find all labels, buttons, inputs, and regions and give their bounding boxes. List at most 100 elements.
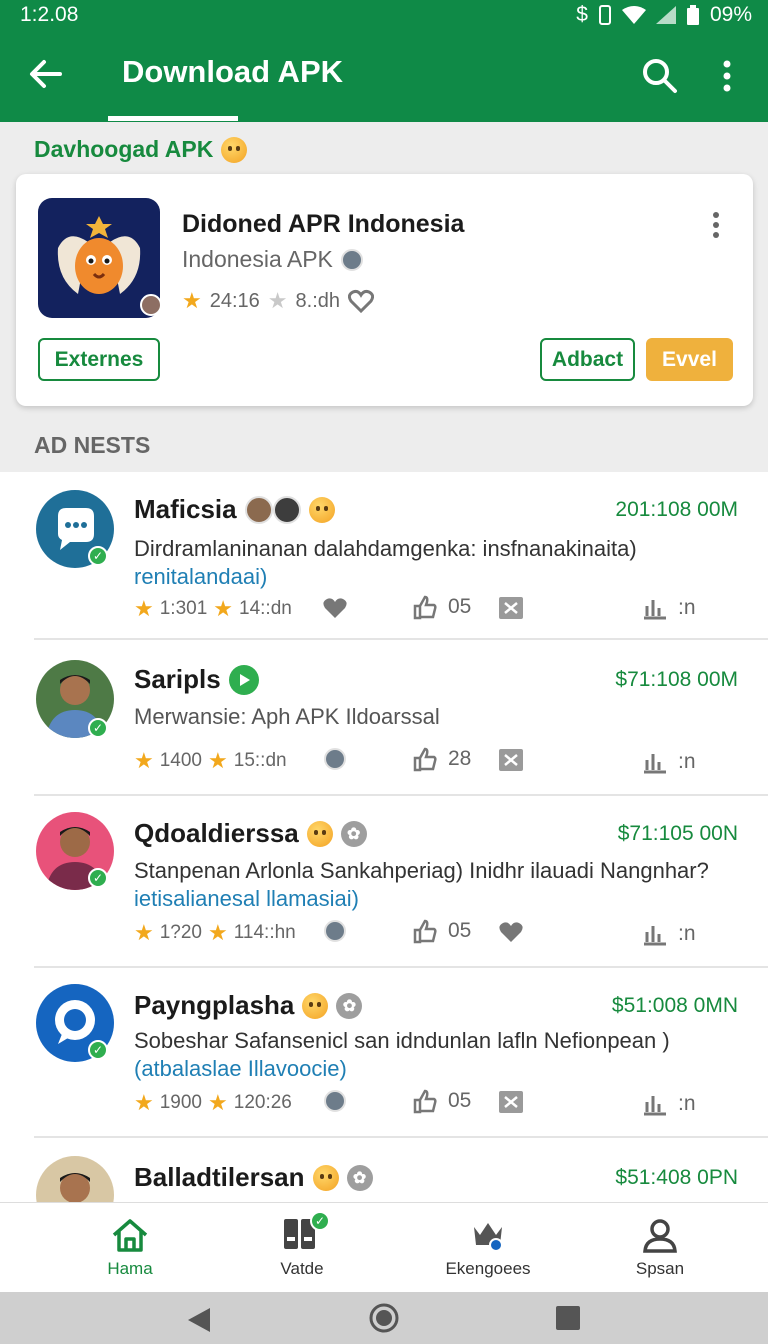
featured-downloads: 8.:dh bbox=[295, 289, 341, 312]
externes-button[interactable]: Externes bbox=[38, 338, 160, 381]
system-recents-icon[interactable] bbox=[556, 1306, 580, 1330]
stats-value: :n bbox=[678, 922, 696, 945]
nav-vatde[interactable]: ✓ Vatde bbox=[232, 1211, 372, 1279]
emoji-icon bbox=[302, 992, 329, 1019]
item-description: Dirdramlaninanan dalahdamgenka: insfnana… bbox=[134, 536, 637, 561]
star-icon: ★ bbox=[213, 596, 234, 621]
more-vert-icon[interactable] bbox=[712, 56, 742, 96]
item-stats: ★ 1:301 ★ 14::dn bbox=[134, 596, 292, 622]
star-icon: ★ bbox=[134, 1090, 154, 1115]
item-rating: 1900 bbox=[159, 1092, 203, 1113]
item-price: 201:108 00M bbox=[615, 498, 738, 521]
settings-badge-icon: ✿ bbox=[340, 820, 367, 847]
verified-check-icon: ✓ bbox=[88, 546, 108, 566]
list-item[interactable]: ✓ Qdoaldierssa ✿ $71:105 00N Stanpenan A… bbox=[0, 796, 768, 966]
item-stats: ★ 1400 ★ 15::dn bbox=[134, 748, 287, 774]
user-avatar bbox=[324, 920, 346, 942]
status-bar: 1:2.08 $ 09% bbox=[0, 0, 768, 30]
list-item[interactable]: ✓ Saripls $71:108 00M Merwansie: Aph APK… bbox=[0, 640, 768, 796]
currency-icon: $ bbox=[576, 3, 588, 26]
item-price: $51:008 0MN bbox=[611, 994, 738, 1017]
like-count: 05 bbox=[448, 595, 472, 618]
heart-icon[interactable] bbox=[498, 920, 524, 944]
primary-action-button[interactable]: Evvel bbox=[646, 338, 733, 381]
system-navigation-bar bbox=[0, 1292, 768, 1344]
adbact-button[interactable]: Adbact bbox=[540, 338, 635, 381]
stats-action[interactable]: :n bbox=[642, 750, 696, 774]
item-name: Qdoaldierssa ✿ bbox=[134, 818, 367, 849]
star-icon: ★ bbox=[208, 748, 228, 773]
emoji-icon bbox=[306, 820, 333, 847]
wifi-icon bbox=[621, 6, 646, 24]
item-name-text: Saripls bbox=[134, 664, 221, 694]
apps-icon: ✓ bbox=[282, 1211, 330, 1253]
featured-heading: Davhoogad APK bbox=[34, 136, 248, 163]
user-avatar bbox=[324, 1090, 346, 1112]
item-rating: 1400 bbox=[159, 750, 203, 771]
ads-heading: AD NESTS bbox=[34, 432, 151, 458]
settings-badge-icon: ✿ bbox=[346, 1164, 373, 1191]
featured-title: Didoned APR Indonesia bbox=[182, 210, 465, 238]
item-name: Payngplasha ✿ bbox=[134, 990, 363, 1021]
stats-action[interactable]: :n bbox=[642, 1092, 696, 1116]
item-tag[interactable]: (atbalaslae Illavoocie) bbox=[134, 1056, 347, 1082]
like-action[interactable]: 05 bbox=[412, 918, 471, 944]
share-icon[interactable] bbox=[498, 748, 524, 772]
user-avatar bbox=[272, 495, 301, 524]
developer-avatar bbox=[140, 294, 162, 316]
thumbs-up-icon bbox=[413, 595, 437, 620]
list-item[interactable]: ✓ Maficsia 201:108 00M Dirdramlaninanan … bbox=[0, 472, 768, 640]
nav-ekengoees[interactable]: Ekengoees bbox=[418, 1217, 558, 1279]
card-more-icon[interactable] bbox=[708, 210, 724, 240]
like-count: 05 bbox=[448, 1089, 472, 1112]
system-home-icon[interactable] bbox=[368, 1302, 400, 1334]
search-icon[interactable] bbox=[640, 56, 680, 96]
stats-action[interactable]: :n bbox=[642, 596, 696, 620]
publisher-avatar bbox=[340, 248, 363, 271]
item-rating: 1?20 bbox=[159, 922, 203, 943]
item-name-text: Balladtilersan bbox=[134, 1162, 305, 1192]
like-action[interactable]: 28 bbox=[412, 746, 471, 772]
heart-icon[interactable] bbox=[348, 289, 375, 313]
share-icon[interactable] bbox=[498, 596, 524, 620]
nav-spsan[interactable]: Spsan bbox=[590, 1217, 730, 1279]
nav-spsan-label: Spsan bbox=[635, 1259, 685, 1278]
signal-icon bbox=[655, 6, 676, 24]
stats-action[interactable]: :n bbox=[642, 922, 696, 946]
verified-check-icon: ✓ bbox=[88, 868, 108, 888]
bottom-navigation: Hama ✓ Vatde Ekengoees Spsan bbox=[0, 1202, 768, 1292]
battery-icon bbox=[686, 5, 699, 25]
avatar bbox=[36, 1156, 114, 1202]
system-back-icon[interactable] bbox=[186, 1306, 212, 1334]
featured-app-card[interactable]: Didoned APR Indonesia Indonesia APK ★ 24… bbox=[16, 174, 753, 406]
item-tag[interactable]: ietisalianesal llamasiai) bbox=[134, 886, 359, 912]
person-icon bbox=[643, 1219, 677, 1253]
nav-ekengoees-label: Ekengoees bbox=[445, 1259, 531, 1278]
nav-home[interactable]: Hama bbox=[60, 1217, 200, 1279]
star-icon: ★ bbox=[134, 748, 154, 773]
vibrate-icon bbox=[598, 5, 611, 25]
item-tag[interactable]: renitalandaai) bbox=[134, 564, 267, 590]
item-name: Maficsia bbox=[134, 494, 335, 525]
stats-value: :n bbox=[678, 596, 696, 619]
user-avatar bbox=[324, 748, 346, 770]
thumbs-up-icon bbox=[413, 1089, 437, 1114]
chart-icon bbox=[644, 754, 666, 774]
like-action[interactable]: 05 bbox=[412, 594, 471, 620]
app-bar: Download APK bbox=[0, 30, 768, 122]
list-item[interactable]: Balladtilersan ✿ $51:408 0PN bbox=[0, 1138, 768, 1202]
item-description: Stanpenan Arlonla Sankahperiag) Inidhr i… bbox=[134, 858, 709, 883]
share-icon[interactable] bbox=[498, 1090, 524, 1114]
chart-icon bbox=[644, 600, 666, 620]
item-description: Sobeshar Safansenicl san idndunlan lafln… bbox=[134, 1028, 670, 1053]
stats-value: :n bbox=[678, 1092, 696, 1115]
like-action[interactable]: 05 bbox=[412, 1088, 471, 1114]
list-item[interactable]: ✓ Payngplasha ✿ $51:008 0MN Sobeshar Saf… bbox=[0, 968, 768, 1136]
check-badge-icon: ✓ bbox=[310, 1211, 330, 1231]
feed-list: ✓ Maficsia 201:108 00M Dirdramlaninanan … bbox=[0, 472, 768, 1202]
back-arrow-icon[interactable] bbox=[26, 54, 66, 94]
heart-icon[interactable] bbox=[322, 596, 348, 620]
item-time: 15::dn bbox=[233, 750, 287, 771]
settings-badge-icon: ✿ bbox=[336, 992, 363, 1019]
smile-emoji-icon bbox=[221, 136, 248, 163]
